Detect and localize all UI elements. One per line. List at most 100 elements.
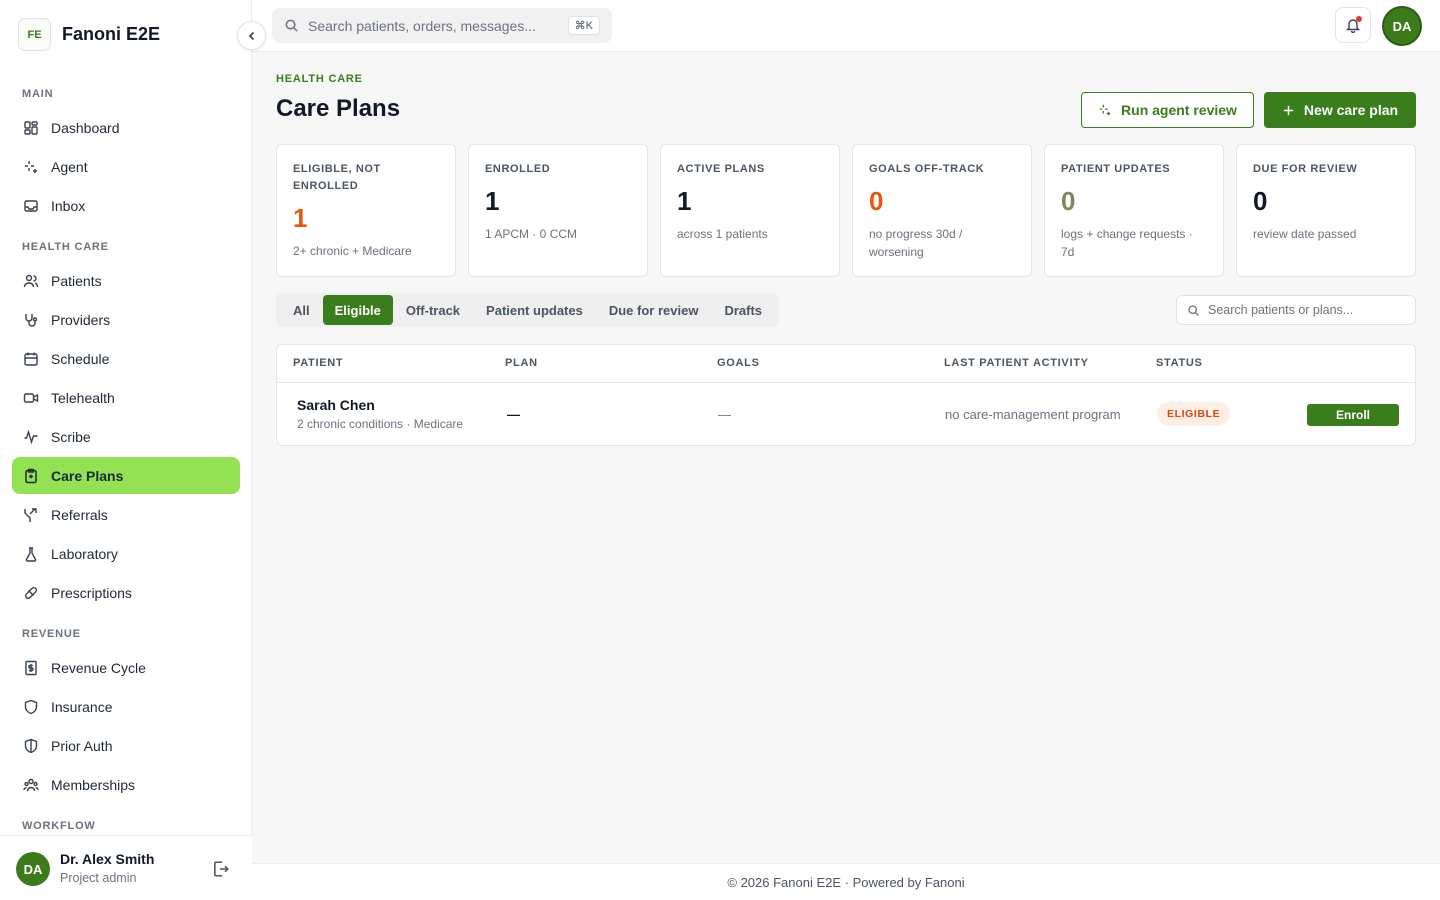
sidebar-item-revenue-cycle[interactable]: Revenue Cycle — [12, 649, 240, 686]
clipboard-icon — [25, 468, 37, 483]
stat-sub: 2+ chronic + Medicare — [293, 244, 412, 258]
tab-all[interactable]: All — [280, 295, 323, 325]
breadcrumb: HEALTH CARE — [276, 73, 363, 85]
column-header-goals[interactable]: GOALS — [717, 357, 760, 369]
sidebar-item-memberships[interactable]: Memberships — [12, 766, 240, 803]
video-icon — [23, 392, 39, 403]
sidebar-item-label: Insurance — [51, 698, 113, 715]
sidebar-item-providers[interactable]: Providers — [12, 301, 240, 338]
notification-dot — [1356, 16, 1362, 22]
stat-label: GOALS OFF-TRACK — [869, 163, 985, 175]
sidebar-item-laboratory[interactable]: Laboratory — [12, 535, 240, 572]
stethoscope-icon — [25, 313, 38, 327]
plan-cell: — — [507, 407, 520, 422]
stat-sub: no progress 30d / worsening — [869, 227, 963, 259]
sidebar-item-label: Laboratory — [51, 545, 118, 562]
flask-icon — [25, 546, 37, 562]
global-search-input[interactable] — [308, 17, 559, 34]
column-header-last-activity[interactable]: LAST PATIENT ACTIVITY — [944, 357, 1089, 369]
tab-patient-updates[interactable]: Patient updates — [473, 295, 596, 325]
stat-label: PATIENT UPDATES — [1061, 163, 1171, 175]
logout-icon[interactable] — [212, 860, 230, 878]
stat-label: DUE FOR REVIEW — [1253, 163, 1358, 175]
dashboard-icon — [24, 120, 38, 135]
table-search-input[interactable] — [1208, 303, 1405, 317]
sidebar-item-label: Referrals — [51, 506, 108, 523]
brand-name: Fanoni E2E — [62, 24, 161, 44]
header-divider — [277, 382, 1415, 383]
shield-half-icon — [24, 738, 38, 753]
sidebar-item-telehealth[interactable]: Telehealth — [12, 379, 240, 416]
tab-due-for-review[interactable]: Due for review — [596, 295, 712, 325]
filter-tabs: All Eligible Off-track Patient updates D… — [276, 293, 780, 327]
avatar[interactable]: DA — [1384, 8, 1420, 44]
sidebar-item-inbox[interactable]: Inbox — [12, 187, 240, 224]
brand[interactable]: FE Fanoni E2E — [18, 18, 160, 51]
stat-card-enrolled[interactable]: ENROLLED 1 1 APCM · 0 CCM — [468, 144, 648, 277]
brand-logo: FE — [18, 18, 51, 51]
plus-icon — [1283, 105, 1294, 115]
table-search[interactable] — [1176, 295, 1416, 325]
care-plans-table: PATIENT PLAN GOALS LAST PATIENT ACTIVITY… — [276, 344, 1416, 446]
stat-sub: 1 APCM · 0 CCM — [485, 227, 578, 241]
sidebar-item-prescriptions[interactable]: Prescriptions — [12, 574, 240, 611]
notifications-button[interactable] — [1335, 7, 1371, 43]
user-name: Dr. Alex Smith — [60, 851, 155, 867]
stat-value: 0 — [869, 186, 884, 216]
sidebar-item-agent[interactable]: Agent — [12, 148, 240, 185]
collapse-sidebar-button[interactable] — [237, 21, 266, 50]
column-header-plan[interactable]: PLAN — [505, 357, 538, 369]
column-header-status[interactable]: STATUS — [1156, 357, 1203, 369]
nav-section-revenue: REVENUE — [22, 628, 81, 640]
stat-card-active-plans[interactable]: ACTIVE PLANS 1 across 1 patients — [660, 144, 840, 277]
sparkles-icon — [1099, 104, 1111, 116]
avatar[interactable]: DA — [16, 852, 50, 886]
stat-card-goals-off-track[interactable]: GOALS OFF-TRACK 0 no progress 30d / wors… — [852, 144, 1032, 277]
run-agent-review-button[interactable]: Run agent review — [1081, 92, 1254, 128]
topbar: ⌘K DA — [252, 0, 1440, 52]
stat-sub: logs + change requests · 7d — [1061, 227, 1193, 259]
footer: © 2026 Fanoni E2E · Powered by Fanoni — [252, 863, 1440, 900]
patient-name[interactable]: Sarah Chen — [297, 397, 375, 413]
activity-cell: no care-management program — [945, 407, 1121, 422]
sidebar-item-label: Providers — [51, 311, 111, 328]
sidebar-item-label: Schedule — [51, 350, 110, 367]
column-header-patient[interactable]: PATIENT — [293, 357, 343, 369]
new-care-plan-button[interactable]: New care plan — [1264, 92, 1416, 128]
stat-value: 1 — [485, 186, 500, 216]
shortcut-hint: ⌘K — [567, 16, 600, 35]
stat-label: ENROLLED — [485, 163, 551, 175]
stat-card-patient-updates[interactable]: PATIENT UPDATES 0 logs + change requests… — [1044, 144, 1224, 277]
stat-card-due-for-review[interactable]: DUE FOR REVIEW 0 review date passed — [1236, 144, 1416, 277]
sidebar-item-referrals[interactable]: Referrals — [12, 496, 240, 533]
status-badge: ELIGIBLE — [1157, 402, 1231, 426]
tab-drafts[interactable]: Drafts — [711, 295, 775, 325]
search-icon — [1188, 304, 1199, 316]
stat-label: ACTIVE PLANS — [677, 163, 765, 175]
sidebar-item-prior-auth[interactable]: Prior Auth — [12, 727, 240, 764]
tab-off-track[interactable]: Off-track — [393, 295, 473, 325]
stat-label: ELIGIBLE, NOT ENROLLED — [293, 163, 381, 192]
sidebar-item-insurance[interactable]: Insurance — [12, 688, 240, 725]
run-agent-review-label: Run agent review — [1121, 102, 1237, 118]
sidebar-item-patients[interactable]: Patients — [12, 262, 240, 299]
users-icon — [23, 274, 39, 287]
pill-icon — [24, 586, 38, 599]
split-arrow-icon — [24, 507, 37, 522]
sidebar-item-label: Prior Auth — [51, 737, 113, 754]
enroll-button[interactable]: Enroll — [1307, 404, 1399, 426]
inbox-icon — [24, 199, 38, 212]
global-search[interactable]: ⌘K — [272, 8, 612, 43]
user-panel: DA Dr. Alex Smith Project admin — [0, 835, 252, 900]
search-icon — [285, 19, 298, 32]
sidebar-item-label: Prescriptions — [51, 584, 132, 601]
sidebar-item-label: Memberships — [51, 776, 136, 793]
sidebar-item-label: Patients — [51, 272, 102, 289]
tab-eligible[interactable]: Eligible — [322, 295, 393, 325]
sidebar-item-care-plans[interactable]: Care Plans — [12, 457, 240, 494]
stat-card-eligible[interactable]: ELIGIBLE, NOT ENROLLED 1 2+ chronic + Me… — [276, 144, 456, 277]
nav-section-health-care: HEALTH CARE — [22, 241, 109, 253]
sidebar-item-schedule[interactable]: Schedule — [12, 340, 240, 377]
sidebar-item-scribe[interactable]: Scribe — [12, 418, 240, 455]
sidebar-item-dashboard[interactable]: Dashboard — [12, 109, 240, 146]
